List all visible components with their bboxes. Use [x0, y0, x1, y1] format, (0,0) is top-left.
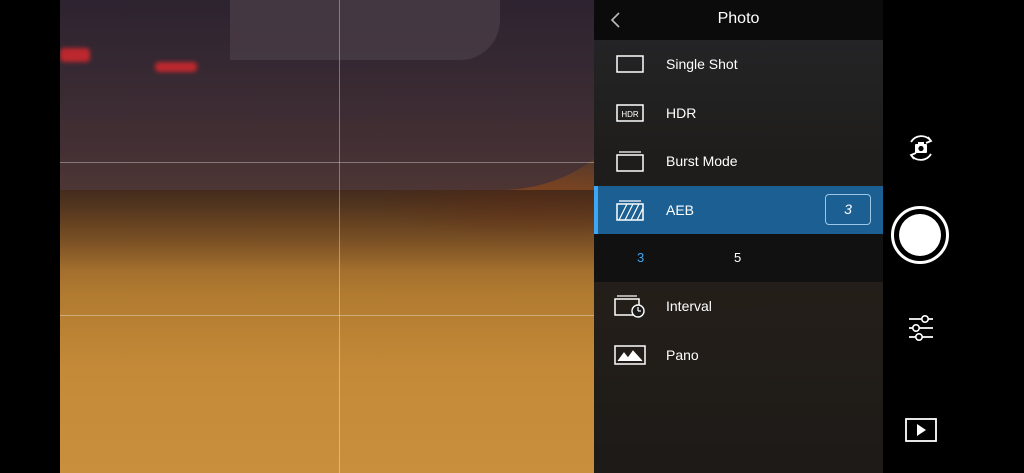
- playback-icon[interactable]: [905, 418, 937, 442]
- panel-header: Photo: [594, 0, 883, 40]
- menu-item-interval[interactable]: Interval: [594, 282, 883, 331]
- burst-mode-icon: [613, 148, 647, 174]
- menu-item-label: Interval: [666, 298, 712, 315]
- panel-title: Photo: [717, 10, 760, 27]
- interval-icon: [613, 293, 647, 319]
- menu-item-label: Single Shot: [666, 56, 738, 73]
- grid-line-horizontal: [60, 162, 594, 163]
- menu-item-single-shot[interactable]: Single Shot: [594, 40, 883, 89]
- viewfinder-red-light: [155, 62, 197, 72]
- menu-item-label: Burst Mode: [666, 153, 738, 170]
- pano-icon: [613, 342, 647, 368]
- viewfinder-shadow: [60, 190, 594, 270]
- menu-item-pano[interactable]: Pano: [594, 331, 883, 380]
- hdr-icon: HDR: [613, 100, 647, 126]
- menu-item-label: Pano: [666, 346, 699, 363]
- menu-item-burst-mode[interactable]: Burst Mode: [594, 137, 883, 186]
- viewfinder-object-top: [230, 0, 500, 60]
- single-shot-icon: [613, 51, 647, 77]
- aeb-options-row: 3 5: [594, 234, 883, 282]
- camera-viewfinder[interactable]: [60, 0, 594, 473]
- photo-mode-menu: Single Shot HDR HDR Burst Mode AEB 3 3 5…: [594, 40, 883, 379]
- aeb-option-5[interactable]: 5: [734, 250, 741, 265]
- menu-item-aeb[interactable]: AEB 3: [594, 185, 883, 234]
- settings-sliders-icon[interactable]: [907, 313, 935, 343]
- aeb-value-box[interactable]: 3: [825, 193, 871, 225]
- camera-controls: [883, 0, 1024, 473]
- camera-screen: Photo Single Shot HDR HDR Burst Mode AEB…: [0, 0, 1024, 473]
- switch-camera-icon[interactable]: [903, 131, 939, 165]
- aeb-icon: [613, 197, 647, 223]
- menu-item-label: HDR: [666, 104, 697, 121]
- shutter-button[interactable]: [891, 206, 949, 264]
- hdr-icon-text: HDR: [621, 110, 639, 119]
- viewfinder-red-light: [60, 48, 90, 62]
- menu-item-label: AEB: [666, 201, 695, 218]
- photo-mode-panel: Photo Single Shot HDR HDR Burst Mode AEB…: [594, 0, 883, 473]
- grid-line-vertical: [339, 0, 340, 473]
- aeb-option-3[interactable]: 3: [637, 250, 644, 265]
- menu-item-hdr[interactable]: HDR HDR: [594, 89, 883, 138]
- grid-line-horizontal: [60, 315, 594, 316]
- shutter-button-inner: [899, 214, 941, 256]
